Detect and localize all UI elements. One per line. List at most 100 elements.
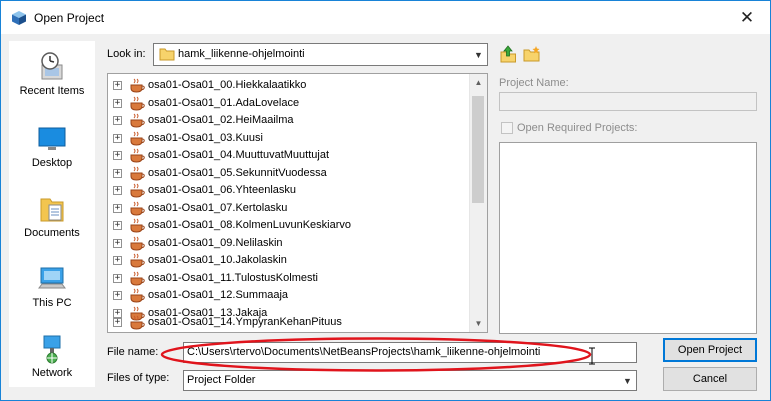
project-cup-icon	[130, 271, 145, 286]
project-name: osa01-Osa01_05.SekunnitVuodessa	[148, 166, 327, 179]
list-scrollbar[interactable]: ▲ ▼	[469, 74, 487, 332]
project-name-label: Project Name:	[499, 77, 569, 89]
project-name: osa01-Osa01_04.MuuttuvatMuuttujat	[148, 149, 330, 161]
text-cursor-icon	[589, 347, 595, 365]
expand-icon[interactable]: +	[113, 318, 122, 327]
file-name-label: File name:	[107, 346, 159, 358]
expand-icon[interactable]: +	[113, 116, 122, 125]
places-sidebar: Recent Items Desktop Documents This PC N…	[9, 41, 95, 387]
list-item[interactable]: + osa01-Osa01_01.AdaLovelace	[108, 95, 468, 112]
required-projects-list[interactable]	[499, 142, 757, 334]
expand-icon[interactable]: +	[113, 273, 122, 283]
list-item[interactable]: + osa01-Osa01_14.YmpyranKehanPituus	[108, 314, 468, 331]
project-name: osa01-Osa01_12.Summaaja	[148, 289, 289, 301]
list-item[interactable]: + osa01-Osa01_08.KolmenLuvunKeskiarvo	[108, 217, 468, 234]
list-item[interactable]: + osa01-Osa01_04.MuuttuvatMuuttujat	[108, 147, 468, 164]
list-item[interactable]: + osa01-Osa01_02.HeiMaailma	[108, 112, 468, 129]
title-bar[interactable]: Open Project ✕	[1, 1, 770, 34]
expand-icon[interactable]: +	[113, 81, 122, 90]
project-name: osa01-Osa01_10.Jakolaskin	[148, 254, 287, 266]
expand-icon[interactable]: +	[113, 221, 122, 230]
look-in-combo[interactable]: hamk_liikenne-ohjelmointi ▼	[153, 43, 488, 66]
place-label: This PC	[32, 297, 72, 309]
scroll-up-icon[interactable]: ▲	[470, 74, 487, 91]
project-cup-icon	[130, 201, 145, 216]
new-folder-icon[interactable]	[523, 45, 541, 63]
list-item[interactable]: + osa01-Osa01_12.Summaaja	[108, 287, 468, 304]
close-button[interactable]: ✕	[724, 1, 770, 34]
project-cup-icon	[130, 96, 145, 111]
expand-icon[interactable]: +	[113, 203, 122, 213]
look-in-value: hamk_liikenne-ohjelmointi	[178, 48, 305, 60]
project-cup-icon	[130, 253, 145, 268]
window-title: Open Project	[34, 11, 105, 25]
open-required-label: Open Required Projects:	[517, 122, 638, 134]
recent-items-icon	[41, 52, 63, 80]
place-documents[interactable]: Documents	[9, 193, 95, 239]
place-recent-items[interactable]: Recent Items	[9, 51, 95, 97]
documents-icon	[40, 198, 64, 222]
expand-icon[interactable]: +	[113, 256, 122, 265]
expand-icon[interactable]: +	[113, 238, 122, 248]
cancel-button[interactable]: Cancel	[663, 367, 757, 391]
project-cup-icon	[130, 315, 145, 330]
expand-icon[interactable]: +	[113, 151, 122, 160]
list-item[interactable]: + osa01-Osa01_11.TulostusKolmesti	[108, 270, 468, 287]
cancel-button-label: Cancel	[692, 373, 728, 385]
open-project-button-label: Open Project	[677, 344, 743, 356]
close-icon: ✕	[739, 7, 755, 27]
up-one-level-icon[interactable]	[499, 45, 517, 63]
project-cup-icon	[130, 148, 145, 163]
expand-icon[interactable]: +	[113, 133, 122, 143]
place-label: Recent Items	[19, 85, 85, 97]
expand-icon[interactable]: +	[113, 98, 122, 108]
scroll-thumb[interactable]	[472, 96, 484, 203]
network-icon	[43, 335, 61, 364]
project-name: osa01-Osa01_00.Hiekkalaatikko	[148, 79, 307, 91]
files-of-type-label: Files of type:	[107, 372, 170, 384]
list-item[interactable]: + osa01-Osa01_05.SekunnitVuodessa	[108, 165, 468, 182]
place-network[interactable]: Network	[9, 333, 95, 379]
open-required-checkbox[interactable]	[501, 122, 513, 134]
project-cup-icon	[130, 131, 145, 146]
scroll-down-icon[interactable]: ▼	[470, 315, 487, 332]
project-name: osa01-Osa01_14.YmpyranKehanPituus	[148, 316, 342, 328]
project-name: osa01-Osa01_06.Yhteenlasku	[148, 184, 296, 196]
open-project-dialog: Open Project ✕ Recent Items Desktop Docu…	[0, 0, 771, 401]
this-pc-icon	[38, 267, 66, 289]
chevron-down-icon[interactable]: ▼	[619, 371, 636, 390]
folder-icon	[159, 48, 175, 61]
look-in-label: Look in:	[107, 48, 146, 60]
place-desktop[interactable]: Desktop	[9, 123, 95, 169]
list-item[interactable]: + osa01-Osa01_00.Hiekkalaatikko	[108, 77, 468, 94]
project-cup-icon	[130, 236, 145, 251]
expand-icon[interactable]: +	[113, 168, 122, 178]
list-item[interactable]: + osa01-Osa01_07.Kertolasku	[108, 200, 468, 217]
list-item[interactable]: + osa01-Osa01_10.Jakolaskin	[108, 252, 468, 269]
netbeans-cube-icon	[12, 11, 26, 25]
annotation-ellipse	[160, 337, 592, 372]
files-of-type-combo[interactable]: Project Folder ▼	[183, 370, 637, 391]
expand-icon[interactable]: +	[113, 291, 122, 300]
project-name: osa01-Osa01_09.Nelilaskin	[148, 236, 283, 249]
project-name: osa01-Osa01_01.AdaLovelace	[148, 96, 300, 109]
project-file-list[interactable]: + osa01-Osa01_00.Hiekkalaatikko + osa01-Os…	[107, 73, 488, 333]
open-project-button[interactable]: Open Project	[663, 338, 757, 362]
expand-icon[interactable]: +	[113, 186, 122, 195]
place-this-pc[interactable]: This PC	[9, 263, 95, 309]
place-label: Network	[31, 367, 73, 379]
list-item[interactable]: + osa01-Osa01_06.Yhteenlasku	[108, 182, 468, 199]
place-label: Documents	[24, 227, 80, 239]
list-item[interactable]: + osa01-Osa01_09.Nelilaskin	[108, 235, 468, 252]
project-cup-icon	[130, 113, 145, 128]
project-name: osa01-Osa01_02.HeiMaailma	[148, 114, 294, 126]
project-cup-icon	[130, 78, 145, 93]
place-label: Desktop	[31, 157, 73, 169]
project-cup-icon	[130, 183, 145, 198]
list-item[interactable]: + osa01-Osa01_03.Kuusi	[108, 130, 468, 147]
files-of-type-value: Project Folder	[187, 374, 256, 386]
project-cup-icon	[130, 218, 145, 233]
desktop-icon	[38, 127, 66, 150]
chevron-down-icon[interactable]: ▼	[470, 44, 487, 65]
project-name: osa01-Osa01_11.TulostusKolmesti	[148, 271, 318, 284]
